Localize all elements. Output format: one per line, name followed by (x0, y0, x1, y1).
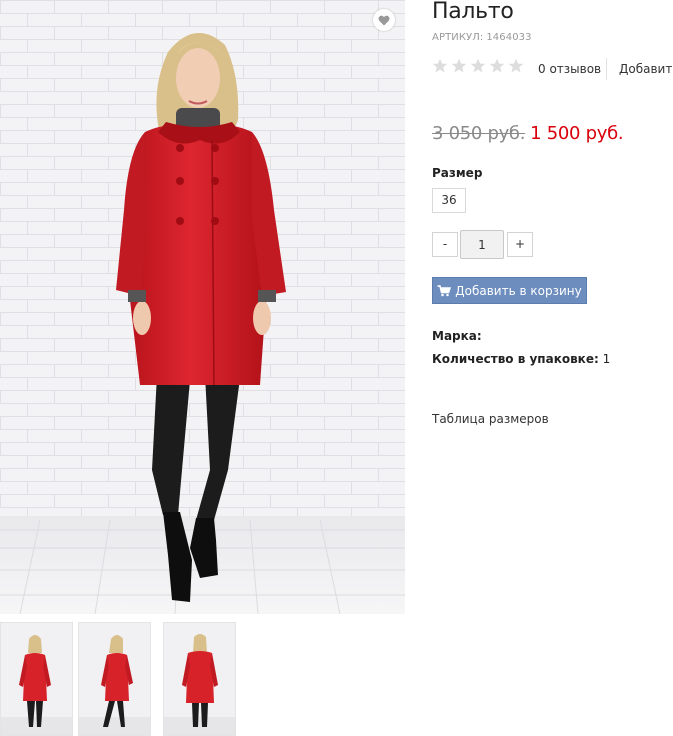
quantity-increase-button[interactable]: + (507, 232, 533, 257)
quantity-input[interactable] (460, 230, 504, 259)
price-row: 3 050 руб. 1 500 руб. (432, 123, 624, 144)
product-title: Пальто (432, 0, 514, 24)
thumbnail-1[interactable] (0, 622, 73, 736)
pack-quantity-label: Количество в упаковке: (432, 352, 599, 366)
size-chart-link[interactable]: Таблица размеров (432, 412, 549, 426)
size-label: Размер (432, 166, 483, 180)
sku-value: 1464033 (486, 32, 532, 43)
star-icon (470, 58, 486, 73)
thumbnail-3[interactable] (163, 622, 236, 736)
pack-quantity-value: 1 (602, 352, 611, 366)
thumbnail-2[interactable] (78, 622, 151, 736)
quantity-decrease-button[interactable]: - (432, 232, 458, 257)
rating-row: 0 отзывов Добавить (432, 58, 673, 80)
add-to-cart-label: Добавить в корзину (455, 283, 582, 298)
rating-stars[interactable] (432, 58, 524, 74)
size-option-36[interactable]: 36 (432, 188, 466, 213)
property-brand: Марка: (432, 329, 482, 343)
product-photo (0, 0, 405, 614)
reviews-count-link[interactable]: 0 отзывов (538, 62, 601, 76)
star-icon (432, 58, 448, 73)
add-review-link[interactable]: Добавить (619, 62, 673, 76)
old-price: 3 050 руб. (432, 123, 526, 144)
rating-divider (606, 58, 607, 80)
sku-label: АРТИКУЛ: (432, 32, 484, 43)
cart-icon (437, 284, 452, 296)
brand-label: Марка: (432, 329, 482, 343)
thumbnail-strip (0, 622, 240, 736)
current-price: 1 500 руб. (530, 123, 624, 144)
star-icon (451, 58, 467, 73)
product-main-image[interactable] (0, 0, 405, 614)
wishlist-button[interactable] (373, 9, 395, 31)
heart-icon (378, 15, 390, 25)
add-to-cart-button[interactable]: Добавить в корзину (432, 277, 587, 304)
property-pack-quantity: Количество в упаковке: 1 (432, 352, 610, 366)
star-icon (489, 58, 505, 73)
product-sku: АРТИКУЛ: 1464033 (432, 32, 532, 43)
star-icon (508, 58, 524, 73)
